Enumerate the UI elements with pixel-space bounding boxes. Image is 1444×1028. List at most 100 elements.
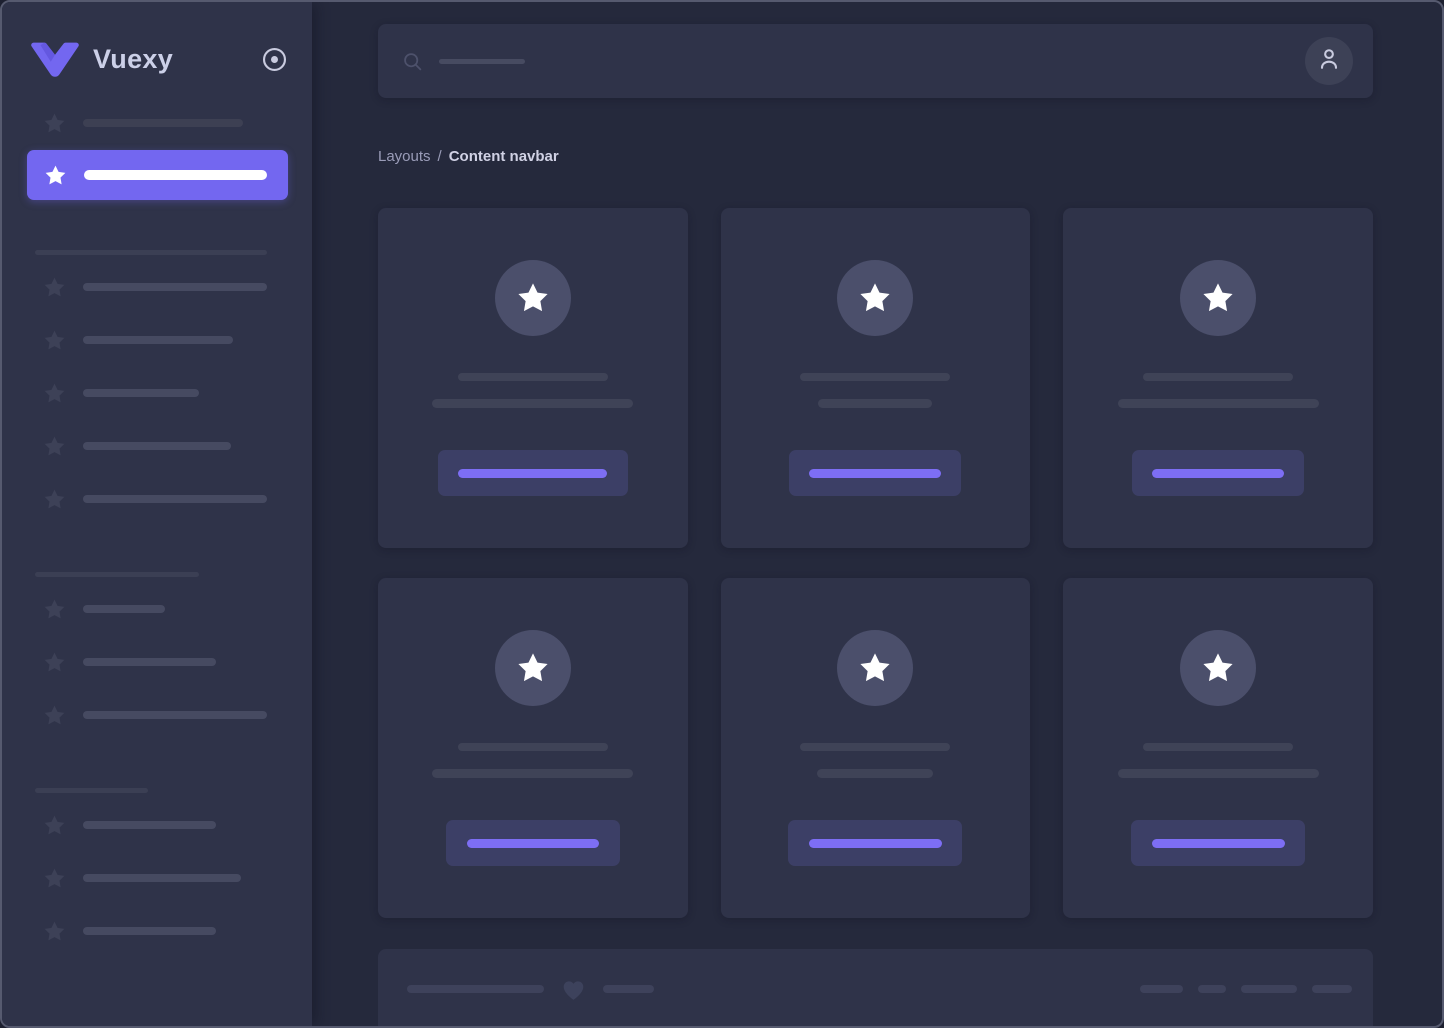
menu-label-placeholder	[83, 119, 243, 127]
footer-right-group	[1140, 985, 1352, 993]
footer-card	[378, 949, 1373, 1028]
menu-label-placeholder	[83, 927, 216, 935]
sidebar-item[interactable]	[26, 813, 289, 837]
star-icon	[42, 382, 66, 405]
menu-label-placeholder	[83, 711, 267, 719]
menu-pin-toggle-icon[interactable]	[261, 46, 288, 73]
person-icon	[1315, 45, 1343, 78]
demo-card	[1063, 578, 1373, 918]
sidebar-menu	[2, 87, 312, 943]
card-button[interactable]	[446, 820, 620, 866]
card-button[interactable]	[1132, 450, 1304, 496]
button-label-placeholder	[809, 839, 942, 848]
sidebar-item[interactable]	[26, 434, 289, 458]
card-title-placeholder	[1143, 743, 1293, 751]
card-subtitle-placeholder	[1118, 399, 1319, 408]
star-icon	[42, 329, 66, 352]
sidebar-header: Vuexy	[2, 32, 312, 87]
menu-section-divider	[35, 250, 267, 255]
sidebar-item[interactable]	[26, 919, 289, 943]
sidebar-item[interactable]	[26, 381, 289, 405]
card-subtitle-placeholder	[432, 399, 633, 408]
card-subtitle-placeholder	[1118, 769, 1319, 778]
card-avatar-circle	[1180, 630, 1256, 706]
sidebar-item-active[interactable]	[27, 150, 288, 200]
button-label-placeholder	[1152, 839, 1285, 848]
search-icon	[402, 51, 423, 72]
card-button[interactable]	[1131, 820, 1305, 866]
card-button[interactable]	[438, 450, 628, 496]
card-button[interactable]	[789, 450, 961, 496]
menu-label-placeholder	[83, 605, 165, 613]
card-button[interactable]	[788, 820, 962, 866]
breadcrumb-current: Content navbar	[449, 147, 559, 166]
demo-card	[378, 208, 688, 548]
menu-section-divider	[35, 572, 199, 577]
star-icon	[42, 651, 66, 674]
menu-label-placeholder	[83, 336, 233, 344]
search-placeholder-bar	[439, 59, 525, 64]
sidebar-item[interactable]	[26, 703, 289, 727]
card-title-placeholder	[800, 743, 950, 751]
breadcrumb-separator: /	[438, 147, 442, 166]
card-subtitle-placeholder	[817, 769, 933, 778]
star-icon	[42, 814, 66, 837]
sidebar-item[interactable]	[26, 650, 289, 674]
star-icon	[42, 112, 66, 135]
star-icon	[516, 281, 550, 315]
star-icon	[858, 651, 892, 685]
star-icon	[42, 867, 66, 890]
star-icon	[516, 651, 550, 685]
card-title-placeholder	[1143, 373, 1293, 381]
card-subtitle-placeholder	[818, 399, 932, 408]
menu-label-placeholder	[83, 821, 216, 829]
menu-label-placeholder	[84, 170, 267, 180]
sidebar-item[interactable]	[26, 866, 289, 890]
sidebar: Vuexy	[2, 2, 312, 1026]
button-label-placeholder	[809, 469, 941, 478]
footer-text-placeholder	[407, 985, 544, 993]
main-content: Layouts / Content navbar	[312, 2, 1442, 1026]
menu-section-divider	[35, 788, 148, 793]
card-avatar-circle	[1180, 260, 1256, 336]
sidebar-item[interactable]	[26, 275, 289, 299]
breadcrumb-parent[interactable]: Layouts	[378, 147, 431, 166]
menu-label-placeholder	[83, 389, 199, 397]
footer-text-placeholder	[603, 985, 654, 993]
vuexy-logo-icon	[30, 42, 80, 77]
sidebar-item[interactable]	[26, 597, 289, 621]
menu-label-placeholder	[83, 658, 216, 666]
card-avatar-circle	[495, 630, 571, 706]
card-avatar-circle	[837, 260, 913, 336]
star-icon	[42, 435, 66, 458]
sidebar-item[interactable]	[26, 328, 289, 352]
card-avatar-circle	[495, 260, 571, 336]
star-icon	[42, 704, 66, 727]
logo-text: Vuexy	[93, 44, 173, 75]
cards-grid	[378, 208, 1373, 918]
card-title-placeholder	[458, 743, 608, 751]
button-label-placeholder	[467, 839, 599, 848]
button-label-placeholder	[1152, 469, 1284, 478]
menu-label-placeholder	[83, 283, 267, 291]
card-subtitle-placeholder	[432, 769, 633, 778]
star-icon	[1201, 281, 1235, 315]
card-title-placeholder	[800, 373, 950, 381]
card-avatar-circle	[837, 630, 913, 706]
star-icon	[43, 164, 67, 187]
app-window: Vuexy Layouts / Content navbar	[0, 0, 1444, 1028]
logo-link[interactable]: Vuexy	[30, 42, 173, 77]
demo-card	[378, 578, 688, 918]
footer-link-placeholder	[1241, 985, 1297, 993]
menu-label-placeholder	[83, 495, 267, 503]
user-avatar[interactable]	[1305, 37, 1353, 85]
demo-card	[1063, 208, 1373, 548]
footer-link-placeholder	[1198, 985, 1226, 993]
star-icon	[42, 598, 66, 621]
sidebar-item[interactable]	[26, 487, 289, 511]
search-bar[interactable]	[402, 24, 1305, 98]
star-icon	[42, 488, 66, 511]
sidebar-item[interactable]	[26, 111, 289, 135]
demo-card	[721, 208, 1031, 548]
star-icon	[1201, 651, 1235, 685]
